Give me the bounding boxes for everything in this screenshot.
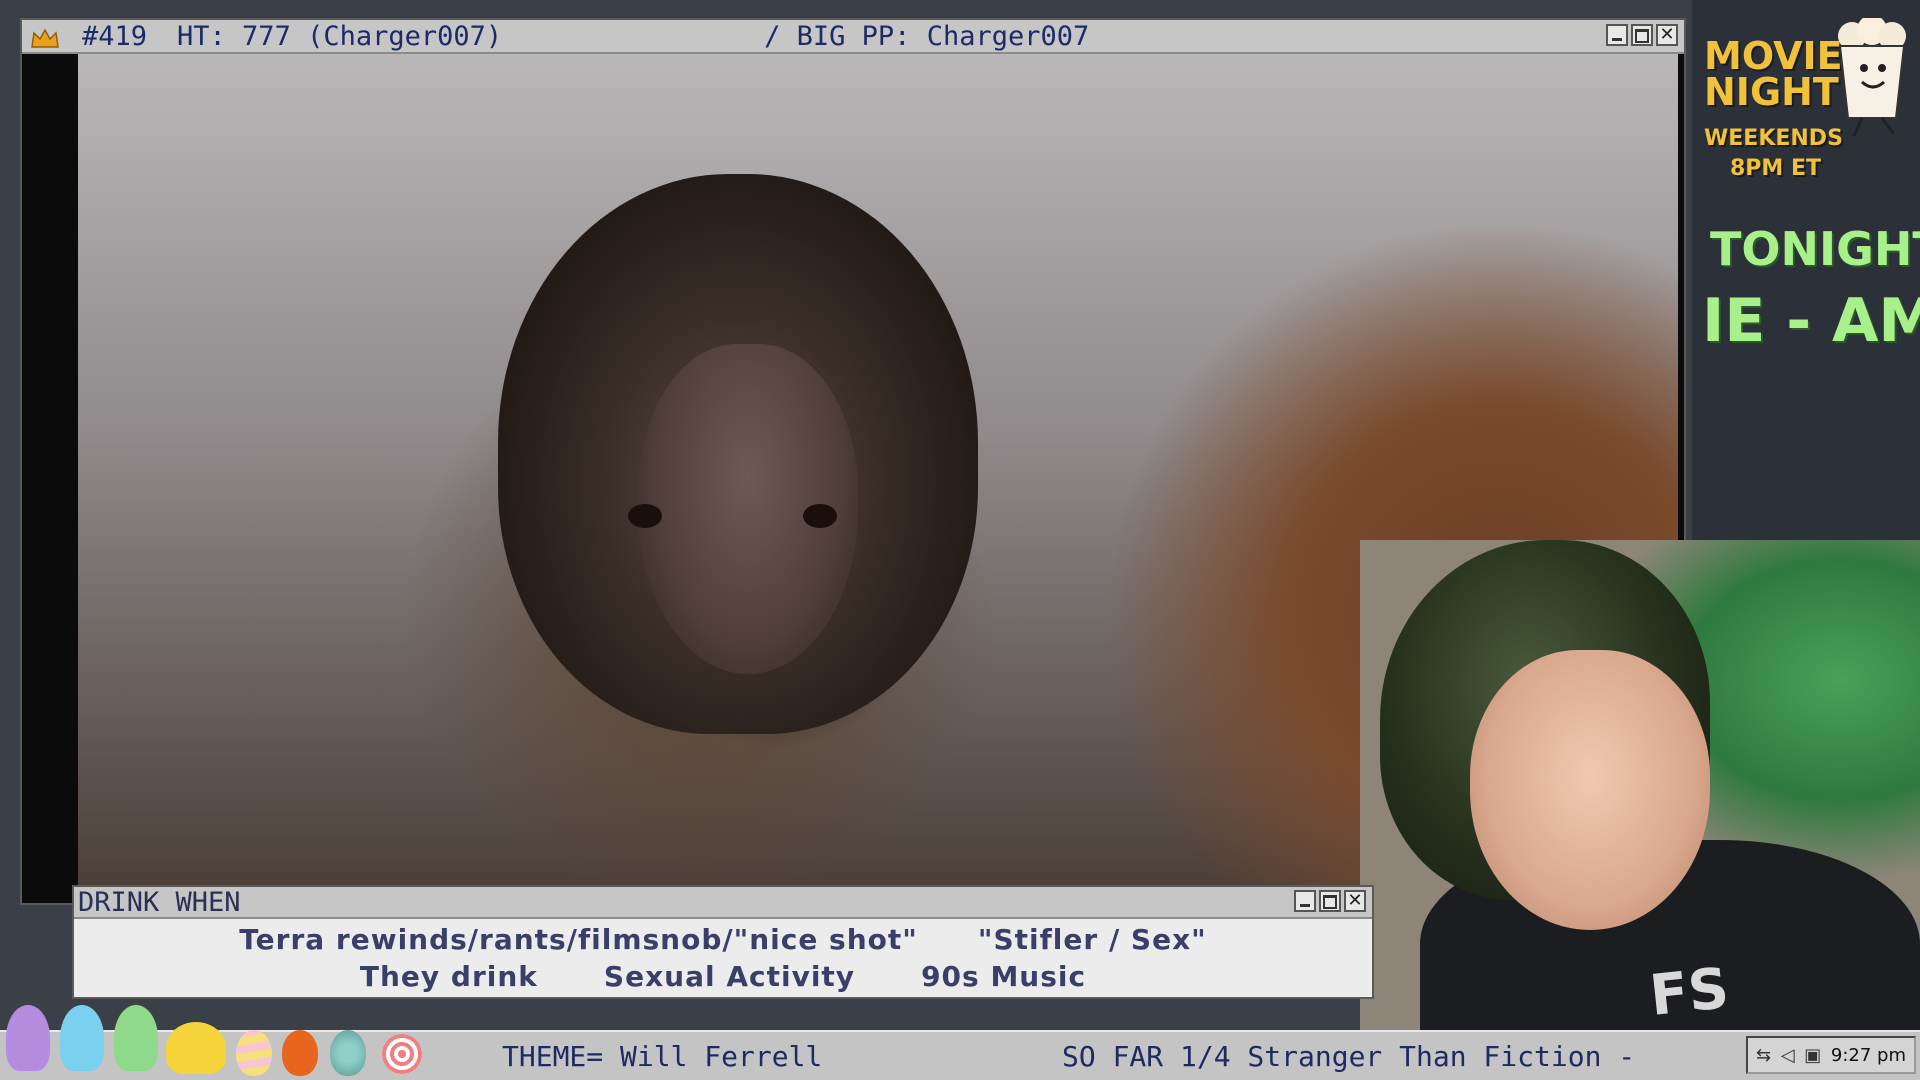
system-tray: ⇆ ◁ ▣ 9:27 pm [1746,1036,1916,1074]
theme-label: THEME= Will Ferrell [502,1040,823,1073]
striped-egg-icon [236,1030,272,1076]
network-icon[interactable]: ⇆ [1756,1045,1771,1066]
drink-rule: Sexual Activity [603,960,856,993]
high-tip-label: HT: 777 (Charger007) [177,20,503,52]
promo-night: NIGHT [1704,70,1839,114]
yellow-chick-icon [166,1022,226,1074]
webcam-feed: FS [1360,540,1920,1030]
big-pp-label: / BIG PP: Charger007 [764,20,1090,52]
green-bunny-icon [114,1005,158,1071]
teal-egg-icon [330,1030,366,1076]
volume-icon[interactable]: ◁ [1781,1045,1795,1066]
display-icon[interactable]: ▣ [1804,1045,1821,1066]
drink-rules-list: Terra rewinds/rants/filmsnob/"nice shot"… [74,921,1372,995]
drink-minimize-button[interactable] [1294,890,1316,912]
tonight-title-scroll: IE - AM [1702,286,1920,356]
monkey-figure [498,174,978,734]
video-window-titlebar[interactable]: #419 HT: 777 (Charger007) / BIG PP: Char… [22,20,1684,54]
crown-icon [30,25,60,48]
so-far-ticker: SO FAR 1/4 Stranger Than Fiction - [1062,1040,1636,1073]
hoodie-print-graphic: FS [1646,956,1732,1029]
drink-when-window: DRINK WHEN ✕ Terra rewinds/rants/filmsno… [72,885,1374,999]
minimize-button[interactable] [1606,24,1628,46]
spiral-candy-icon [382,1034,422,1074]
drink-close-button[interactable]: ✕ [1344,890,1366,912]
blue-bunny-icon [60,1005,104,1071]
drink-rule: They drink [359,960,538,993]
drink-when-title: DRINK WHEN [78,886,241,918]
promo-weekends: WEEKENDS [1704,126,1843,151]
tonight-label: TONIGHT: [1710,222,1920,276]
maximize-button[interactable] [1631,24,1653,46]
drink-rule: "Stifler / Sex" [977,923,1207,956]
drink-when-titlebar[interactable]: DRINK WHEN ✕ [74,887,1372,919]
clock: 9:27 pm [1830,1044,1906,1066]
drink-maximize-button[interactable] [1319,890,1341,912]
promo-time: 8PM ET [1730,156,1822,181]
drink-rule: Terra rewinds/rants/filmsnob/"nice shot" [239,923,918,956]
drink-rule: 90s Music [921,960,1087,993]
stream-number: #419 [82,20,148,52]
close-button[interactable]: ✕ [1656,24,1678,46]
purple-bunny-icon [6,1005,50,1071]
orange-egg-icon [282,1030,318,1076]
popcorn-mascot-icon [1838,18,1906,137]
